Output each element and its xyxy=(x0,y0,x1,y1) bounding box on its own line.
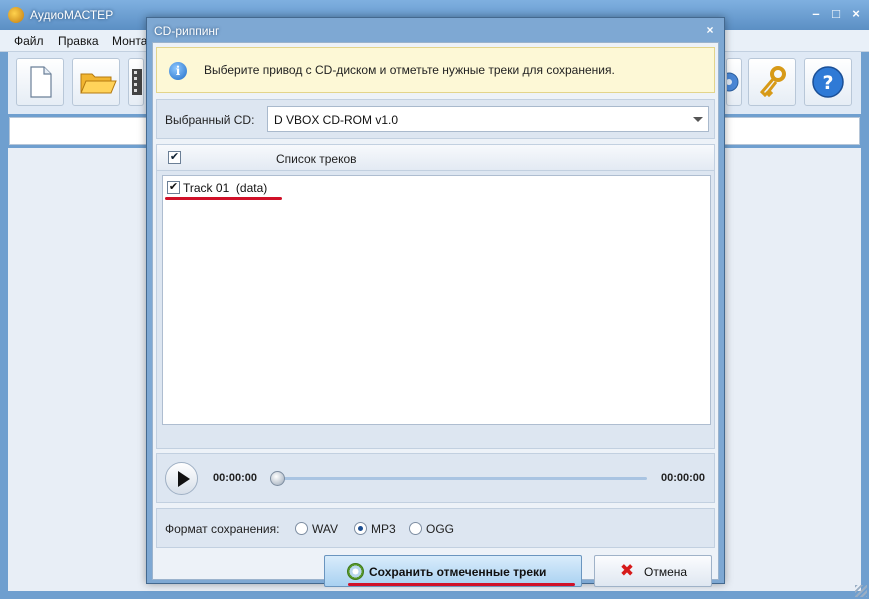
new-file-icon xyxy=(30,66,52,98)
main-window-title: АудиоМАСТЕР xyxy=(30,8,114,22)
cd-ripping-dialog: CD-риппинг × i Выберите привод с CD-диск… xyxy=(146,17,725,587)
total-time: 00:00:00 xyxy=(660,472,705,484)
gear-icon xyxy=(719,72,739,92)
info-banner: i Выберите привод с CD-диском и отметьте… xyxy=(156,47,715,93)
format-label: Формат сохранения: xyxy=(165,522,280,536)
play-button[interactable] xyxy=(165,462,198,495)
seek-bar[interactable] xyxy=(277,477,647,480)
seek-thumb[interactable] xyxy=(270,471,285,486)
player-panel: 00:00:00 00:00:00 xyxy=(156,453,715,503)
open-folder-button[interactable] xyxy=(72,58,120,106)
cd-drive-select[interactable]: D VBOX CD-ROM v1.0 xyxy=(267,106,709,132)
maximize-icon[interactable]: □ xyxy=(825,4,847,24)
keys-button[interactable] xyxy=(748,58,796,106)
cd-select-label: Выбранный CD: xyxy=(165,113,255,127)
settings-button[interactable] xyxy=(719,58,742,106)
radio-ogg[interactable] xyxy=(409,522,422,535)
info-text: Выберите привод с CD-диском и отметьте н… xyxy=(204,63,615,77)
film-icon xyxy=(132,69,142,95)
track-list: ✔ Track 01 (data) xyxy=(162,175,711,425)
current-time: 00:00:00 xyxy=(213,472,258,484)
help-icon: ? xyxy=(812,66,844,98)
open-folder-icon xyxy=(80,73,117,94)
close-window-icon[interactable]: × xyxy=(845,4,867,24)
cancel-button[interactable]: ✖ Отмена xyxy=(594,555,712,587)
cd-save-icon xyxy=(347,563,364,580)
radio-mp3-label: MP3 xyxy=(371,522,396,536)
menu-edit[interactable]: Правка xyxy=(58,34,99,48)
dialog-titlebar: CD-риппинг × xyxy=(147,18,724,42)
play-icon xyxy=(178,471,190,487)
film-button[interactable] xyxy=(128,58,144,106)
radio-ogg-label: OGG xyxy=(426,522,455,536)
track-list-header-label: Список треков xyxy=(276,152,357,166)
track-row[interactable]: ✔ Track 01 (data) xyxy=(165,179,705,200)
radio-wav[interactable] xyxy=(295,522,308,535)
menu-file[interactable]: Файл xyxy=(14,34,44,48)
cd-selector-panel: Выбранный CD: D VBOX CD-ROM v1.0 xyxy=(156,99,715,139)
format-panel: Формат сохранения: WAV MP3 OGG xyxy=(156,508,715,548)
track-label: Track 01 (data) xyxy=(183,181,268,195)
select-all-checkbox[interactable]: ✔ xyxy=(168,151,181,164)
track-list-header: ✔ Список треков xyxy=(157,145,714,171)
svg-text:?: ? xyxy=(822,72,833,94)
cancel-icon: ✖ xyxy=(619,561,635,581)
cancel-button-label: Отмена xyxy=(644,565,688,579)
resize-grip[interactable] xyxy=(855,585,867,597)
radio-wav-label: WAV xyxy=(312,522,338,536)
radio-mp3[interactable] xyxy=(354,522,367,535)
keys-icon xyxy=(759,66,786,98)
cd-drive-value: D VBOX CD-ROM v1.0 xyxy=(274,113,399,127)
track-list-panel: ✔ Список треков ✔ Track 01 (data) xyxy=(156,144,715,449)
menu-montage[interactable]: Монта xyxy=(112,34,147,48)
save-highlight-underline xyxy=(348,583,575,586)
info-icon: i xyxy=(169,62,187,80)
dialog-title: CD-риппинг xyxy=(154,24,220,38)
save-button-label: Сохранить отмеченные треки xyxy=(369,565,547,579)
chevron-down-icon[interactable] xyxy=(693,117,703,122)
minimize-icon[interactable]: – xyxy=(805,4,827,24)
track-highlight-underline xyxy=(165,197,282,200)
track-checkbox[interactable]: ✔ xyxy=(167,181,180,194)
help-button[interactable]: ? xyxy=(804,58,852,106)
new-file-button[interactable] xyxy=(16,58,64,106)
app-logo-icon xyxy=(8,7,24,23)
dialog-body: i Выберите привод с CD-диском и отметьте… xyxy=(152,42,719,587)
dialog-close-icon[interactable]: × xyxy=(702,22,718,38)
